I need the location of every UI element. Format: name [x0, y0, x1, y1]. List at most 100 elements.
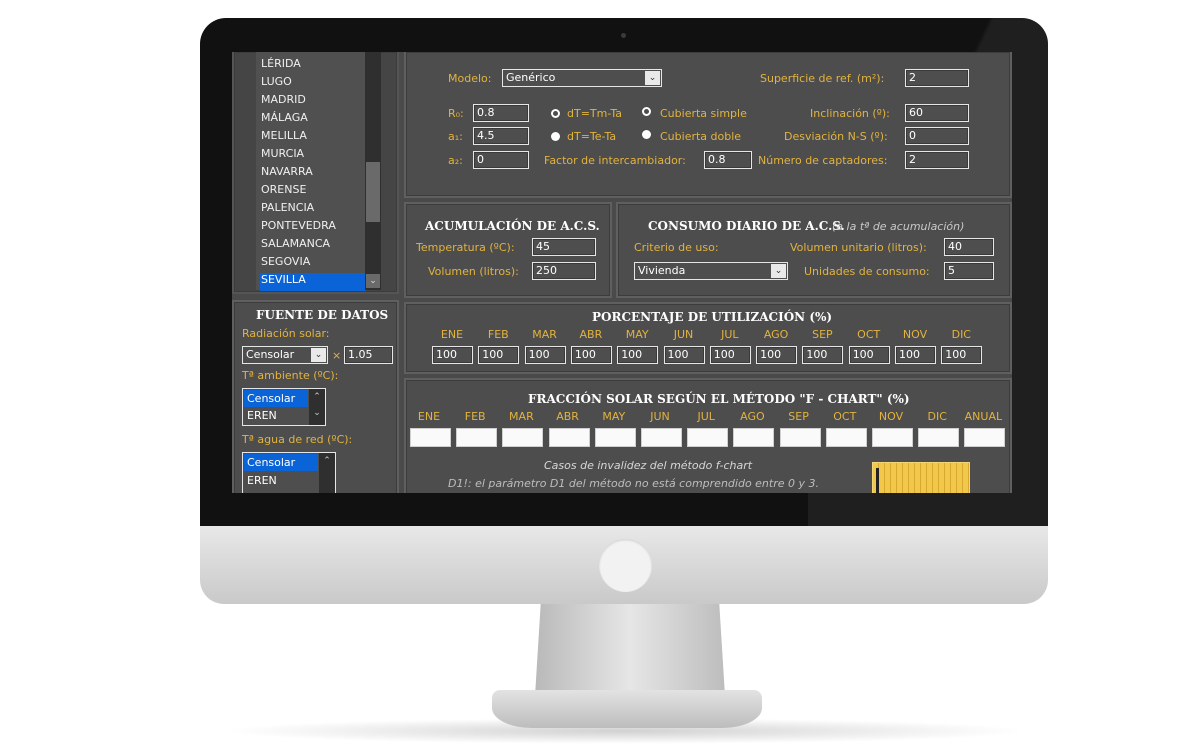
chevron-down-icon: ⌄	[771, 264, 786, 278]
list-item[interactable]: SALAMANCA	[260, 237, 366, 255]
list-item[interactable]: PALENCIA	[260, 201, 366, 219]
consumo-title: CONSUMO DIARIO DE A.C.S.	[648, 219, 845, 233]
fchart-result-field[interactable]	[641, 428, 682, 447]
utilizacion-input[interactable]: 100	[848, 346, 890, 364]
list-item[interactable]: NAVARRA	[260, 165, 366, 183]
r0-input[interactable]: 0.8	[473, 104, 529, 122]
month-label: DIC	[951, 328, 971, 341]
month-label: OCT	[857, 328, 881, 341]
utilizacion-title: PORCENTAJE DE UTILIZACIÓN (%)	[592, 310, 833, 324]
list-item[interactable]: MÁLAGA	[260, 111, 366, 129]
list-item[interactable]: PONTEVEDRA	[260, 219, 366, 237]
month-label: MAY	[602, 410, 626, 423]
chevron-up-icon[interactable]: ⌃	[319, 453, 335, 469]
utilizacion-input[interactable]: 100	[802, 346, 844, 364]
chevron-down-icon: ⌄	[311, 348, 326, 362]
fchart-result-field[interactable]	[918, 428, 960, 447]
chevron-down-icon[interactable]: ⌄	[309, 405, 325, 421]
month-label: DIC	[927, 410, 947, 423]
modelo-select[interactable]: Genérico ⌄	[502, 69, 662, 87]
cubierta-simple-radio[interactable]	[642, 107, 651, 116]
month-label: FEB	[487, 328, 509, 341]
factor-input[interactable]: 0.8	[704, 151, 752, 169]
month-label: SEP	[812, 328, 833, 341]
fchart-result-field[interactable]	[779, 428, 821, 447]
fchart-panel: FRACCIÓN SOLAR SEGÚN EL MÉTODO "F - CHAR…	[404, 378, 1012, 493]
utilizacion-input[interactable]: 100	[756, 346, 798, 364]
monitor-base	[492, 690, 762, 728]
radiacion-factor-input[interactable]: 1.05	[344, 346, 393, 364]
utilizacion-input[interactable]: 100	[478, 346, 520, 364]
criterio-select[interactable]: Vivienda ⌄	[634, 262, 788, 280]
utilizacion-input[interactable]: 100	[663, 346, 705, 364]
dt-te-ta-radio[interactable]	[551, 132, 560, 141]
fchart-result-field[interactable]	[825, 428, 867, 447]
inclinacion-input[interactable]: 60	[905, 104, 969, 122]
utilizacion-input[interactable]: 100	[895, 346, 936, 364]
inclinacion-label: Inclinación (º):	[810, 107, 890, 120]
list-item[interactable]: ORENSE	[260, 183, 366, 201]
radiacion-label: Radiación solar:	[242, 327, 330, 340]
list-item[interactable]: LÉRIDA	[260, 57, 366, 75]
chevron-down-icon: ⌄	[645, 71, 660, 85]
a2-input[interactable]: 0	[473, 151, 529, 169]
list-item[interactable]: MURCIA	[260, 147, 366, 165]
list-item-selected[interactable]: Censolar	[244, 454, 318, 471]
volumen-input[interactable]: 250	[532, 262, 596, 280]
fchart-result-field[interactable]	[548, 428, 590, 447]
desviacion-label: Desviación N-S (º):	[784, 130, 888, 143]
utilizacion-input[interactable]: 100	[709, 346, 751, 364]
tamb-listbox[interactable]: Censolar EREN ⌃ ⌄	[242, 388, 326, 426]
list-item[interactable]: MELILLA	[260, 129, 366, 147]
fchart-result-field[interactable]	[594, 428, 636, 447]
utilizacion-input[interactable]: 100	[432, 346, 473, 364]
numero-input[interactable]: 2	[905, 151, 969, 169]
fchart-result-field[interactable]	[964, 428, 1006, 447]
list-item[interactable]: EREN	[244, 472, 318, 489]
fchart-result-field[interactable]	[687, 428, 729, 447]
fchart-result-field[interactable]	[872, 428, 913, 447]
utilizacion-input[interactable]: 100	[941, 346, 983, 364]
tamb-scrollbar[interactable]: ⌃ ⌄	[309, 389, 325, 425]
utilizacion-input[interactable]: 100	[617, 346, 659, 364]
list-item[interactable]: LUGO	[260, 75, 366, 93]
fchart-result-field[interactable]	[733, 428, 775, 447]
utilizacion-input[interactable]: 100	[570, 346, 612, 364]
list-item[interactable]: EREN	[244, 407, 308, 424]
cubierta-simple-label: Cubierta simple	[660, 107, 747, 120]
fchart-result-field[interactable]	[456, 428, 498, 447]
list-item-selected[interactable]: SEVILLA	[260, 273, 366, 291]
month-label: JUN	[673, 328, 694, 341]
radiacion-select[interactable]: Censolar ⌄	[242, 346, 328, 364]
list-item-selected[interactable]: Censolar	[244, 390, 308, 407]
fuente-panel: FUENTE DE DATOS Radiación solar: Censola…	[232, 300, 399, 493]
month-label: MAY	[625, 328, 649, 341]
utilizacion-input[interactable]: 100	[524, 346, 566, 364]
desviacion-input[interactable]: 0	[905, 127, 969, 145]
fchart-result-field[interactable]	[502, 428, 544, 447]
collector-panel: Modelo: Genérico ⌄ Superficie de ref. (m…	[404, 52, 1012, 198]
modelo-value: Genérico	[506, 71, 556, 84]
month-label: JUL	[721, 328, 739, 341]
tred-listbox[interactable]: Censolar EREN ⌃	[242, 452, 336, 493]
volumen-unitario-input[interactable]: 40	[944, 238, 994, 256]
unidades-input[interactable]: 5	[944, 262, 994, 280]
r0-label: R₀:	[448, 107, 464, 120]
month-label: AGO	[763, 328, 789, 341]
list-item[interactable]: SEGOVIA	[260, 255, 366, 273]
dt-tm-ta-radio[interactable]	[551, 109, 560, 118]
month-label: ABR	[556, 410, 579, 423]
chevron-up-icon[interactable]: ⌃	[309, 389, 325, 405]
tred-scrollbar[interactable]: ⌃	[319, 453, 335, 493]
fchart-bar-graphic	[872, 462, 970, 493]
a1-label: a₁:	[448, 130, 463, 143]
cubierta-doble-radio[interactable]	[642, 130, 651, 139]
tred-label: Tª agua de red (ºC):	[242, 433, 353, 446]
temperatura-input[interactable]: 45	[532, 238, 596, 256]
list-item[interactable]: MADRID	[260, 93, 366, 111]
a1-input[interactable]: 4.5	[473, 127, 529, 145]
superficie-input[interactable]: 2	[905, 69, 969, 87]
fchart-result-field[interactable]	[410, 428, 451, 447]
scrollbar-thumb[interactable]	[366, 162, 380, 222]
chevron-down-icon[interactable]: ⌄	[366, 274, 380, 288]
